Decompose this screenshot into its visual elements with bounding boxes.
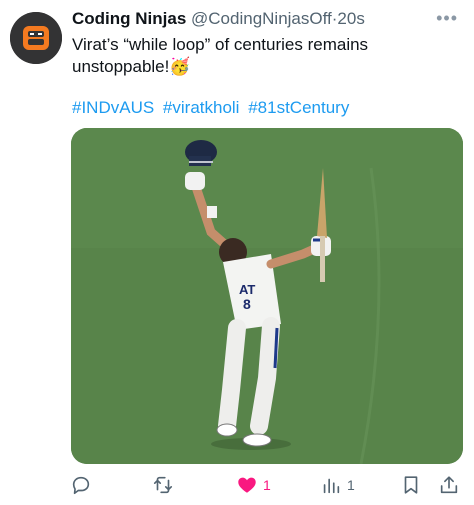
jersey-text: AT [239, 282, 255, 297]
cricketer-celebration-illustration: AT 8 [71, 128, 463, 464]
coding-ninjas-logo-icon [10, 12, 62, 64]
retweet-button[interactable] [152, 470, 179, 500]
heart-icon [238, 477, 256, 493]
hashtags: #INDvAUS #viratkholi #81stCentury [72, 98, 353, 118]
like-count: 1 [263, 477, 271, 493]
bookmark-button[interactable] [400, 470, 422, 500]
retweet-icon [153, 476, 173, 494]
author-name[interactable]: Coding Ninjas [72, 9, 186, 28]
tweet-header: Coding Ninjas @CodingNinjasOff·20s [72, 9, 365, 29]
hashtag-link[interactable]: #INDvAUS [72, 98, 154, 117]
tweet-photo[interactable]: AT 8 [71, 128, 463, 464]
share-icon [440, 476, 458, 494]
action-bar: 1 1 [70, 470, 460, 500]
hashtag-link[interactable]: #viratkholi [163, 98, 240, 117]
author-handle[interactable]: @CodingNinjasOff [191, 9, 332, 28]
reply-icon [72, 476, 90, 495]
views-count: 1 [347, 477, 355, 493]
share-button[interactable] [438, 470, 460, 500]
views-icon [323, 478, 340, 494]
tweet-text: Virat’s “while loop” of centuries remain… [72, 35, 369, 76]
avatar[interactable] [10, 12, 62, 64]
views-button[interactable]: 1 [320, 470, 355, 500]
like-button[interactable]: 1 [236, 470, 271, 500]
hashtag-link[interactable]: #81stCentury [248, 98, 349, 117]
timestamp[interactable]: 20s [337, 9, 364, 28]
more-options-icon[interactable]: ••• [436, 8, 458, 29]
bookmark-icon [404, 476, 418, 494]
jersey-number: 8 [243, 296, 251, 312]
reply-button[interactable] [70, 470, 97, 500]
